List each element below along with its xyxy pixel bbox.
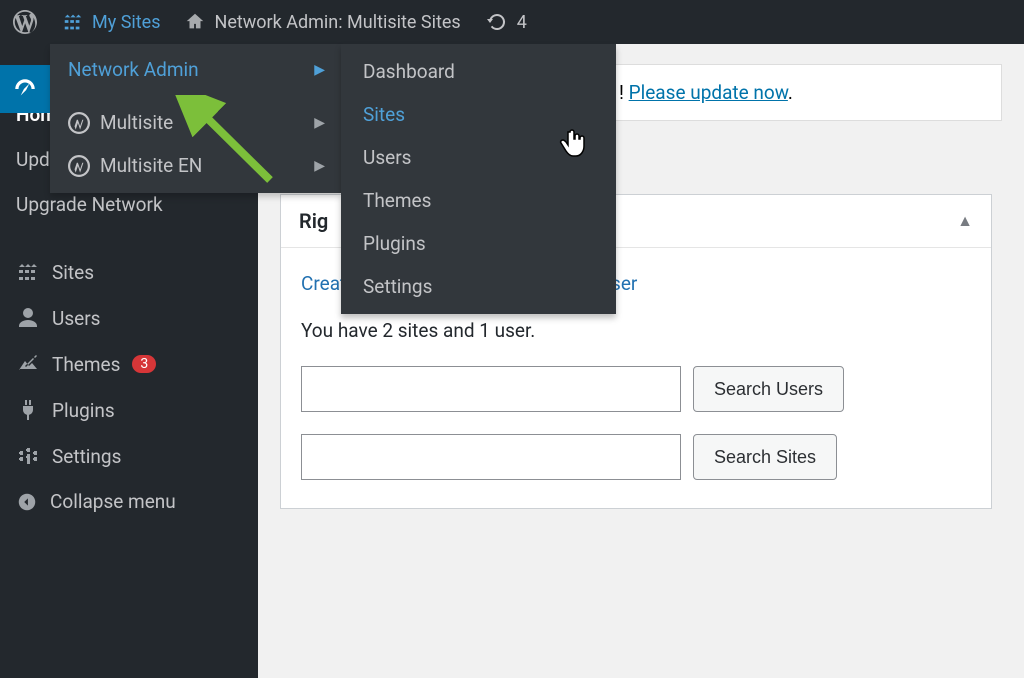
- sidebar-item-plugins[interactable]: Plugins: [0, 387, 258, 433]
- updates-indicator[interactable]: 4: [473, 0, 539, 44]
- sidebar-label-plugins: Plugins: [52, 399, 115, 422]
- update-suffix: .: [788, 81, 793, 104]
- submenu-plugins[interactable]: Plugins: [341, 222, 616, 265]
- sidebar-label-updates: Upd: [16, 148, 50, 171]
- chevron-right-icon: ▶: [314, 62, 325, 78]
- collapse-label: Collapse menu: [50, 490, 176, 513]
- wordpress-logo[interactable]: [0, 0, 50, 44]
- submenu-themes[interactable]: Themes: [341, 179, 616, 222]
- collapse-menu-button[interactable]: Collapse menu: [0, 479, 258, 524]
- my-sites-menu[interactable]: My Sites: [50, 0, 172, 44]
- themes-update-badge: 3: [132, 355, 156, 373]
- network-admin-submenu: Dashboard Sites Users Themes Plugins Set…: [341, 44, 616, 314]
- admin-bar: My Sites Network Admin: Multisite Sites …: [0, 0, 1024, 44]
- metabox-title: Rig: [299, 209, 328, 233]
- network-home-link[interactable]: Network Admin: Multisite Sites: [172, 0, 472, 44]
- update-now-link[interactable]: Please update now: [629, 81, 788, 104]
- network-admin-item[interactable]: Network Admin ▶: [50, 44, 341, 95]
- updates-count: 4: [517, 12, 527, 33]
- chevron-right-icon: ▶: [314, 115, 325, 131]
- site-b-label: Multisite EN: [100, 154, 202, 177]
- submenu-sites[interactable]: Sites: [341, 93, 616, 136]
- sidebar-item-settings[interactable]: Settings: [0, 433, 258, 479]
- update-prefix: !: [619, 81, 629, 104]
- search-users-button[interactable]: Search Users: [693, 366, 844, 412]
- my-sites-label: My Sites: [92, 12, 160, 33]
- stats-text: You have 2 sites and 1 user.: [301, 319, 971, 342]
- submenu-dashboard[interactable]: Dashboard: [341, 50, 616, 93]
- search-sites-input[interactable]: [301, 434, 681, 480]
- sidebar-label-sites: Sites: [52, 261, 94, 284]
- sidebar-label-upgrade: Upgrade Network: [16, 193, 163, 216]
- submenu-settings[interactable]: Settings: [341, 265, 616, 308]
- sidebar-label-users: Users: [52, 307, 100, 330]
- sidebar-label-themes: Themes: [52, 353, 120, 376]
- sidebar-item-themes[interactable]: Themes 3: [0, 341, 258, 387]
- dashboard-active-icon[interactable]: [0, 65, 50, 113]
- chevron-up-icon: ▲: [957, 211, 973, 231]
- sidebar-item-sites[interactable]: Sites: [0, 249, 258, 295]
- site-item-a[interactable]: Multisite ▶: [50, 95, 341, 144]
- site-item-b[interactable]: Multisite EN ▶: [50, 144, 341, 193]
- search-sites-button[interactable]: Search Sites: [693, 434, 837, 480]
- my-sites-dropdown: Network Admin ▶ Multisite ▶ Multisite EN…: [50, 44, 341, 193]
- chevron-right-icon: ▶: [314, 158, 325, 174]
- sidebar-label-settings: Settings: [52, 445, 121, 468]
- site-a-label: Multisite: [100, 111, 173, 134]
- network-title-label: Network Admin: Multisite Sites: [214, 12, 460, 33]
- update-notice: ! Please update now.: [600, 64, 1002, 121]
- search-users-input[interactable]: [301, 366, 681, 412]
- sidebar-item-users[interactable]: Users: [0, 295, 258, 341]
- network-admin-label: Network Admin: [68, 58, 199, 81]
- submenu-users[interactable]: Users: [341, 136, 616, 179]
